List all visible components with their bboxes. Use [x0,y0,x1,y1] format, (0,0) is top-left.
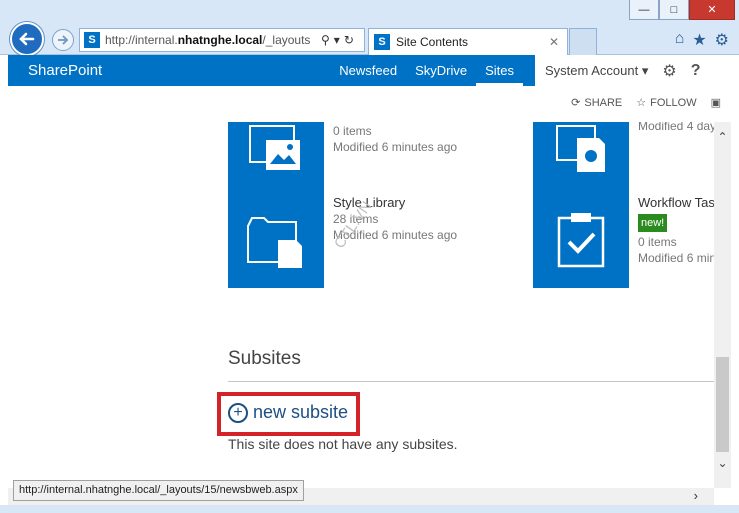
tile-style-library[interactable] [228,192,324,288]
address-bar[interactable]: S http://internal.nhatnghe.local/_layout… [79,28,365,52]
image-library-icon [249,125,300,170]
help-icon[interactable]: ? [691,62,701,80]
workflow-tasks-link[interactable]: Workflow Tas [638,194,714,211]
new-badge: new! [638,214,668,232]
back-arrow-icon [19,32,35,46]
maximize-button[interactable]: □ [659,0,689,20]
refresh-icon[interactable]: ↻ [344,33,354,47]
subsites-heading: Subsites [228,348,301,369]
suite-bar: SharePoint Newsfeed SkyDrive Sites Syste… [8,55,739,86]
tile-image-library[interactable] [228,122,324,196]
clipboard-check-icon [557,213,605,268]
favorites-star-icon[interactable]: ★ [692,30,706,50]
star-icon: ☆ [636,97,647,109]
dropdown-icon[interactable]: ▾ [334,33,340,47]
forward-button[interactable] [52,29,74,51]
folder-icon [247,217,302,268]
back-button[interactable] [10,22,44,56]
status-bar-url: http://internal.nhatnghe.local/_layouts/… [13,480,304,501]
window-controls: — □ ✕ [629,0,735,20]
new-tab-button[interactable] [569,28,597,55]
no-subsites-text: This site does not have any subsites. [228,436,458,452]
close-window-button[interactable]: ✕ [689,0,735,20]
home-icon[interactable]: ⌂ [675,30,685,50]
add-circle-icon: + [228,402,248,423]
share-button[interactable]: ⟳ SHARE [571,96,622,110]
scroll-thumb[interactable] [716,357,729,452]
tile-info-4: Workflow Tas new! 0 items Modified 6 min [638,194,714,265]
focus-content-button[interactable]: ▣ [711,96,721,109]
address-url[interactable]: http://internal.nhatnghe.local/_layouts [105,33,315,47]
follow-button[interactable]: ☆ FOLLOW [636,96,696,110]
sharepoint-brand[interactable]: SharePoint [28,62,102,79]
window-bottom-border [0,505,739,513]
suite-link-sites[interactable]: Sites [476,55,523,86]
sharepoint-favicon-icon: S [84,32,100,48]
suite-link-newsfeed[interactable]: Newsfeed [330,55,406,86]
tab-site-contents[interactable]: S Site Contents ✕ [368,28,568,55]
tile-info-2: Modified 4 day [638,122,714,133]
forward-arrow-icon [58,35,69,45]
tools-gear-icon[interactable]: ⚙ [715,30,729,50]
share-icon: ⟳ [571,97,581,109]
tab-close-icon[interactable]: ✕ [549,35,559,49]
divider [228,381,714,382]
minimize-button[interactable]: — [629,0,659,20]
tab-title: Site Contents [396,35,469,49]
settings-gear-icon[interactable]: ⚙ [662,61,676,81]
scroll-down-icon[interactable]: ⌄ [714,456,731,470]
tile-info-1: 0 items Modified 6 minutes ago [333,124,458,154]
main-content: 0 items Modified 6 minutes ago Modified … [8,122,714,488]
account-menu[interactable]: System Account ▾ [545,63,648,79]
scroll-up-icon[interactable]: ⌃ [714,130,731,144]
search-icon[interactable]: ⚲ [321,33,330,47]
document-icon [556,125,605,172]
tile-document-library[interactable] [533,122,629,196]
scroll-right-icon[interactable]: › [694,488,698,503]
style-library-link[interactable]: Style Library [333,194,457,211]
action-bar: ⟳ SHARE ☆ FOLLOW ▣ [8,86,739,122]
browser-chrome: — □ ✕ S http://internal.nhatnghe.local/_… [0,0,739,56]
focus-icon: ▣ [710,97,721,109]
new-subsite-link[interactable]: + new subsite [228,402,348,423]
suite-link-skydrive[interactable]: SkyDrive [406,55,476,86]
vertical-scrollbar[interactable]: ⌃ ⌄ [714,122,731,488]
account-area: System Account ▾ ⚙ ? [535,55,739,86]
sharepoint-favicon-icon: S [374,34,390,50]
tile-workflow-tasks[interactable] [533,192,629,288]
